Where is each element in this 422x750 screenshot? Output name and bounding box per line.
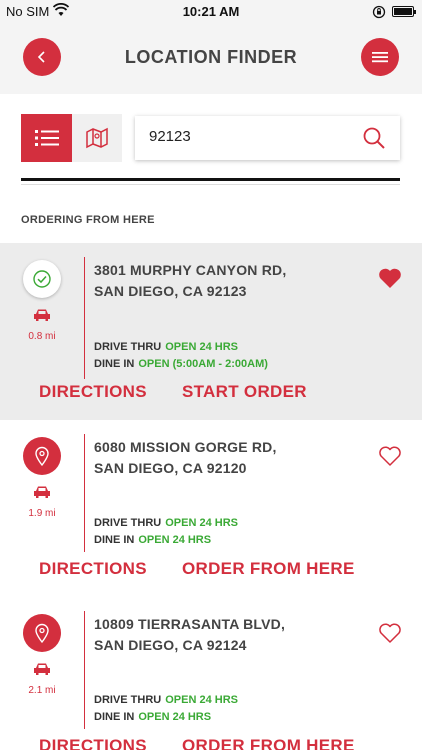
directions-link[interactable]: DIRECTIONS: [39, 382, 147, 402]
card-divider: [84, 257, 85, 379]
location-card[interactable]: 0.8 mi 3801 MURPHY CANYON RD, SAN DIEGO,…: [0, 243, 422, 420]
hours-status: OPEN 24 HRS: [165, 694, 238, 706]
heart-outline-icon[interactable]: [378, 445, 402, 472]
location-card[interactable]: 1.9 mi 6080 MISSION GORGE RD, SAN DIEGO,…: [0, 420, 422, 597]
hours-label: DRIVE THRU: [94, 517, 162, 529]
card-divider: [84, 611, 85, 729]
address-line: SAN DIEGO, CA 92124: [94, 637, 247, 653]
hours-row: DRIVE THRU OPEN 24 HRS: [94, 341, 238, 353]
divider: [21, 178, 400, 181]
map-pin-icon: [35, 446, 49, 466]
hours-label: DINE IN: [94, 358, 135, 370]
address-line: 6080 MISSION GORGE RD,: [94, 439, 277, 455]
view-toggle: [21, 114, 122, 162]
hours-status: OPEN 24 HRS: [138, 534, 212, 546]
section-label: ORDERING FROM HERE: [21, 214, 155, 226]
directions-link[interactable]: DIRECTIONS: [39, 736, 147, 750]
hamburger-menu-icon: [372, 52, 388, 63]
menu-button[interactable]: [361, 38, 399, 76]
search-input[interactable]: [149, 128, 349, 145]
hours-row: DINE IN OPEN (5:00AM - 2:00AM): [94, 358, 268, 370]
map-view-button[interactable]: [72, 114, 122, 162]
location-card[interactable]: 2.1 mi 10809 TIERRASANTA BLVD, SAN DIEGO…: [0, 597, 422, 750]
card-divider: [84, 434, 85, 552]
selected-marker: [23, 260, 61, 298]
map-icon: [86, 127, 108, 149]
hours-row: DRIVE THRU OPEN 24 HRS: [94, 517, 238, 529]
address-line: SAN DIEGO, CA 92123: [94, 283, 247, 299]
address-line: 10809 TIERRASANTA BLVD,: [94, 616, 286, 632]
address-line: 3801 MURPHY CANYON RD,: [94, 262, 287, 278]
car-icon: [33, 485, 51, 504]
hours-label: DINE IN: [94, 711, 135, 723]
car-icon: [33, 308, 51, 327]
clock-time: 10:21 AM: [182, 4, 240, 19]
hours-status: OPEN 24 HRS: [165, 341, 238, 353]
distance-label: 0.8 mi: [28, 331, 56, 342]
hours-row: DRIVE THRU OPEN 24 HRS: [94, 694, 238, 706]
car-icon: [33, 662, 51, 681]
distance-label: 2.1 mi: [28, 685, 56, 696]
app-header: LOCATION FINDER: [0, 24, 422, 94]
location-marker: [23, 437, 61, 475]
divider: [21, 184, 400, 185]
status-bar: No SIM 10:21 AM: [0, 0, 422, 24]
hours-row: DINE IN OPEN 24 HRS: [94, 534, 211, 546]
check-circle-icon: [33, 270, 51, 288]
distance-label: 1.9 mi: [28, 508, 56, 519]
heart-outline-icon[interactable]: [378, 622, 402, 649]
address-line: SAN DIEGO, CA 92120: [94, 460, 247, 476]
search-icon[interactable]: [362, 126, 386, 155]
hours-label: DINE IN: [94, 534, 135, 546]
directions-link[interactable]: DIRECTIONS: [39, 559, 147, 579]
hours-label: DRIVE THRU: [94, 341, 162, 353]
battery-icon: [392, 6, 416, 17]
heart-filled-icon[interactable]: [378, 267, 402, 294]
list-view-button[interactable]: [21, 114, 72, 162]
search-box: [135, 116, 400, 160]
list-icon: [34, 130, 59, 146]
page-title: LOCATION FINDER: [124, 47, 298, 67]
hours-row: DINE IN OPEN 24 HRS: [94, 711, 211, 723]
rotation-lock-icon: [372, 5, 386, 24]
start-order-link[interactable]: START ORDER: [182, 382, 307, 402]
location-marker: [23, 614, 61, 652]
hours-status: OPEN 24 HRS: [165, 517, 238, 529]
map-pin-icon: [35, 623, 49, 643]
order-from-here-link[interactable]: ORDER FROM HERE: [182, 736, 355, 750]
hours-status: OPEN (5:00AM - 2:00AM): [138, 358, 268, 370]
hours-label: DRIVE THRU: [94, 694, 162, 706]
hours-status: OPEN 24 HRS: [138, 711, 212, 723]
order-from-here-link[interactable]: ORDER FROM HERE: [182, 559, 355, 579]
